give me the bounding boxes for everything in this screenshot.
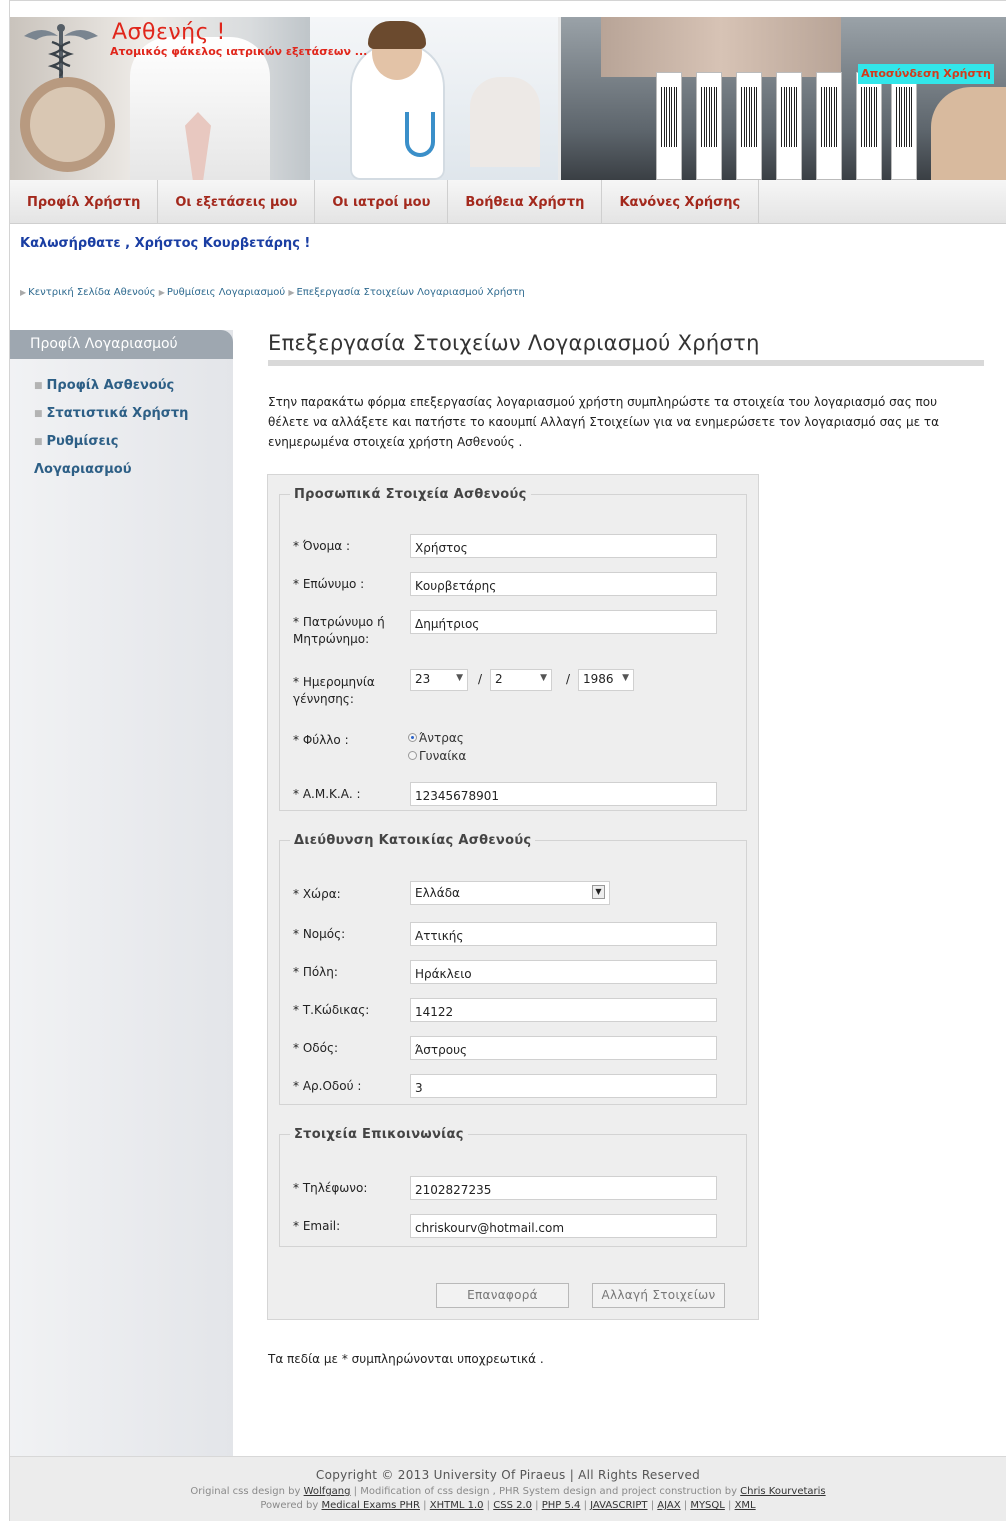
prefecture-label: * Νομός: (293, 927, 346, 941)
powered-link-ajax[interactable]: AJAX (657, 1500, 680, 1511)
bullet-icon: ■ (34, 437, 43, 447)
sidebar-item-account-settings[interactable]: ■ Ρυθμίσεις Λογαριασμού (34, 428, 154, 483)
footer-powered-by: Powered by Medical Exams PHR | XHTML 1.0… (260, 1500, 756, 1511)
contact-legend: Στοιχεία Επικοινωνίας (294, 1127, 464, 1142)
dropdown-arrow-icon[interactable]: ▼ (592, 885, 605, 899)
personal-legend: Προσωπικά Στοιχεία Ασθενούς (294, 487, 527, 502)
copyright: Copyright © 2013 University Of Piraeus |… (315, 1468, 701, 1482)
site-title: Ασθενής ! (112, 20, 226, 45)
country-select[interactable]: Ελλάδα ▼ (410, 881, 610, 905)
nav-item-terms[interactable]: Κανόνες Χρήσης (602, 180, 760, 224)
sidebar-item-label: Προφίλ Ασθενούς (46, 378, 175, 393)
crumb-arrow-icon: ▶ (20, 288, 27, 297)
contact-fieldset: Στοιχεία Επικοινωνίας * Τηλέφωνο: * Emai… (279, 1127, 747, 1247)
city-label: * Πόλη: (293, 965, 338, 979)
city-field[interactable] (410, 960, 717, 984)
welcome-message: Καλωσήρθατε , Χρήστος Κουρβετάρης ! (20, 236, 311, 251)
first-name-field[interactable] (410, 534, 717, 558)
email-label: * Email: (293, 1219, 341, 1233)
required-fields-note: Τα πεδία με * συμπληρώνονται υποχρεωτικά… (268, 1352, 544, 1366)
bullet-icon: ■ (34, 381, 43, 391)
chevron-down-icon: ▼ (540, 673, 547, 683)
date-separator: / (478, 672, 483, 686)
author-link[interactable]: Chris Kourvetaris (740, 1486, 825, 1497)
sidebar-item-user-stats[interactable]: ■ Στατιστικά Χρήστη (34, 400, 229, 428)
sidebar: Προφίλ Λογαριασμού ■ Προφίλ Ασθενούς ■ Στα… (10, 330, 233, 1456)
reset-button[interactable]: Επαναφορά (436, 1283, 569, 1308)
gender-label: * Φύλλο : (293, 733, 349, 747)
birthdate-label: * Ημερομηνία γέννησης: (293, 675, 375, 706)
postcode-label: * Τ.Κώδικας: (293, 1003, 370, 1017)
radio-empty-icon[interactable] (408, 751, 417, 760)
personal-fieldset: Προσωπικά Στοιχεία Ασθενούς * Όνομα : * … (279, 487, 747, 811)
sidebar-menu: ■ Προφίλ Ασθενούς ■ Στατιστικά Χρήστη ■ Ρυθ… (34, 372, 229, 483)
caduceus-icon (24, 24, 98, 78)
country-label: * Χώρα: (293, 887, 341, 901)
street-number-label: * Αρ.Οδού : (293, 1079, 362, 1093)
sidebar-item-label: Ρυθμίσεις Λογαριασμού (34, 434, 132, 477)
logout-button[interactable]: Αποσύνδεση Χρήστη (858, 64, 994, 84)
phone-field[interactable] (410, 1176, 717, 1200)
bullet-icon: ■ (34, 409, 43, 419)
footer-credits: Original css design by Wolfgang | Modifi… (190, 1486, 826, 1497)
title-divider (268, 360, 984, 366)
wolfgang-link[interactable]: Wolfgang (304, 1486, 351, 1497)
nav-item-profile[interactable]: Προφίλ Χρήστη (10, 180, 159, 224)
amka-label: * Α.Μ.Κ.Α. : (293, 787, 361, 801)
street-label: * Οδός: (293, 1041, 339, 1055)
street-field[interactable] (410, 1036, 717, 1060)
powered-link-javascript[interactable]: JAVASCRIPT (590, 1500, 647, 1511)
crumb-arrow-icon: ▶ (288, 288, 295, 297)
amka-field[interactable] (410, 782, 717, 806)
gender-option-male[interactable]: Άντρας (408, 730, 464, 747)
powered-link-xhtml[interactable]: XHTML 1.0 (430, 1500, 484, 1511)
first-name-label: * Όνομα : (293, 539, 351, 553)
powered-link-mysql[interactable]: MYSQL (690, 1500, 725, 1511)
prefecture-field[interactable] (410, 922, 717, 946)
sidebar-title: Προφίλ Λογαριασμού (10, 330, 233, 359)
nav-item-help[interactable]: Βοήθεια Χρήστη (448, 180, 603, 224)
phone-label: * Τηλέφωνο: (293, 1181, 368, 1195)
footer: Copyright © 2013 University Of Piraeus |… (10, 1456, 1006, 1521)
breadcrumb: ▶ Κεντρική Σελίδα Αθενούς ▶ Ρυθμίσεις Λογα… (20, 286, 640, 299)
crumb-arrow-icon: ▶ (158, 288, 165, 297)
street-number-field[interactable] (410, 1074, 717, 1098)
powered-link-xml[interactable]: XML (735, 1500, 756, 1511)
address-fieldset: Διεύθυνση Κατοικίας Ασθενούς * Χώρα: Ελλ… (279, 833, 747, 1105)
breadcrumb-home[interactable]: Κεντρική Σελίδα Αθενούς (28, 287, 155, 298)
gender-option-female[interactable]: Γυναίκα (408, 748, 466, 765)
last-name-field[interactable] (410, 572, 717, 596)
birth-year-select[interactable]: 1986 ▼ (578, 669, 634, 691)
breadcrumb-account-settings[interactable]: Ρυθμίσεις Λογαριασμού (167, 287, 285, 298)
postcode-field[interactable] (410, 998, 717, 1022)
breadcrumb-current: Επεξεργασία Στοιχείων Λογαριασμού Χρήστη (296, 287, 525, 298)
site-subtitle: Ατομικός φάκελος ιατρικών εξετάσεων ... (110, 45, 368, 58)
radio-selected-icon[interactable] (408, 733, 417, 742)
last-name-label: * Επώνυμο : (293, 577, 365, 591)
chevron-down-icon: ▼ (456, 673, 463, 683)
powered-link-php[interactable]: PHP 5.4 (542, 1500, 581, 1511)
parent-name-field[interactable] (410, 610, 717, 634)
page-title: Επεξεργασία Στοιχείων Λογαριασμού Χρήστη (268, 331, 760, 355)
birth-month-select[interactable]: 2 ▼ (490, 669, 552, 691)
birth-day-select[interactable]: 23 ▼ (410, 669, 468, 691)
banner-photo-lab-tubes (561, 17, 1006, 180)
main-nav: Προφίλ Χρήστη Οι εξετάσεις μου Οι ιατροί… (10, 180, 1006, 224)
date-separator: / (566, 672, 571, 686)
intro-text: Στην παρακάτω φόρμα επεξεργασίας λογαρια… (268, 395, 940, 449)
sidebar-item-label: Στατιστικά Χρήστη (46, 406, 189, 421)
email-field[interactable] (410, 1214, 717, 1238)
sidebar-item-patient-profile[interactable]: ■ Προφίλ Ασθενούς (34, 372, 229, 400)
nav-item-exams[interactable]: Οι εξετάσεις μου (158, 180, 316, 224)
banner-photo-nurse (310, 17, 558, 180)
address-legend: Διεύθυνση Κατοικίας Ασθενούς (294, 833, 532, 848)
powered-link-css[interactable]: CSS 2.0 (493, 1500, 532, 1511)
submit-button[interactable]: Αλλαγή Στοιχείων (592, 1283, 725, 1308)
powered-link-phr[interactable]: Medical Exams PHR (322, 1500, 420, 1511)
nav-item-doctors[interactable]: Οι ιατροί μου (315, 180, 449, 224)
chevron-down-icon: ▼ (622, 673, 629, 683)
account-edit-form: Προσωπικά Στοιχεία Ασθενούς * Όνομα : * … (267, 474, 759, 1320)
parent-name-label: * Πατρώνυμο ή Μητρώνημο: (293, 615, 385, 646)
